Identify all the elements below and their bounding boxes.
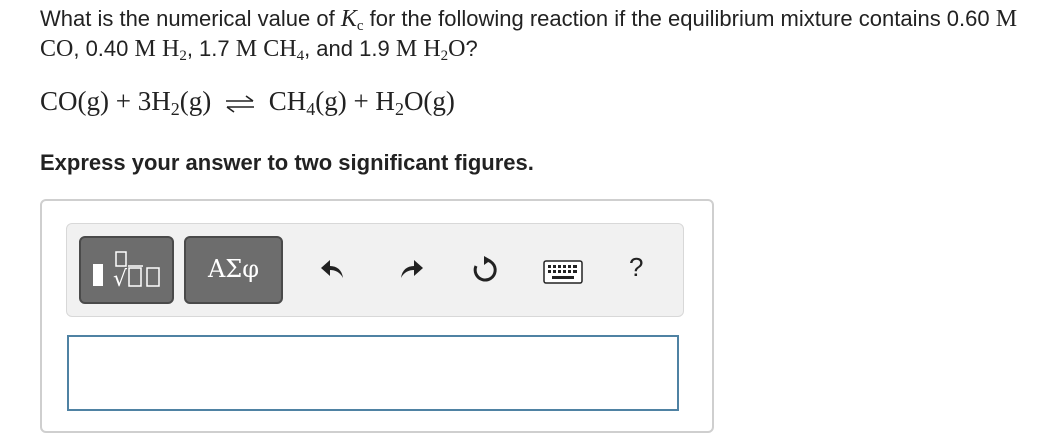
symbols-button[interactable]: ΑΣφ [184, 236, 283, 304]
question-text: What is the numerical value of Kc for th… [40, 6, 1018, 64]
reaction-equation: CO(g) + 3H2(g) CH4(g) + H2O(g) [40, 86, 455, 119]
help-icon[interactable]: ? [629, 252, 643, 282]
kc-symbol: Kc [340, 6, 364, 34]
templates-button[interactable]: √ [79, 236, 174, 304]
undo-icon[interactable] [319, 256, 347, 284]
keyboard-icon[interactable] [543, 260, 583, 284]
redo-icon[interactable] [397, 256, 425, 284]
math-toolbar: √ ΑΣφ ? [66, 223, 684, 317]
svg-text:√: √ [113, 267, 128, 292]
equilibrium-arrow-icon [225, 95, 254, 113]
answer-panel: √ ΑΣφ ? [40, 199, 714, 433]
instruction-text: Express your answer to two significant f… [40, 150, 534, 175]
reset-icon[interactable] [471, 256, 499, 284]
templates-icon: √ [93, 251, 160, 292]
answer-input[interactable] [67, 335, 679, 411]
